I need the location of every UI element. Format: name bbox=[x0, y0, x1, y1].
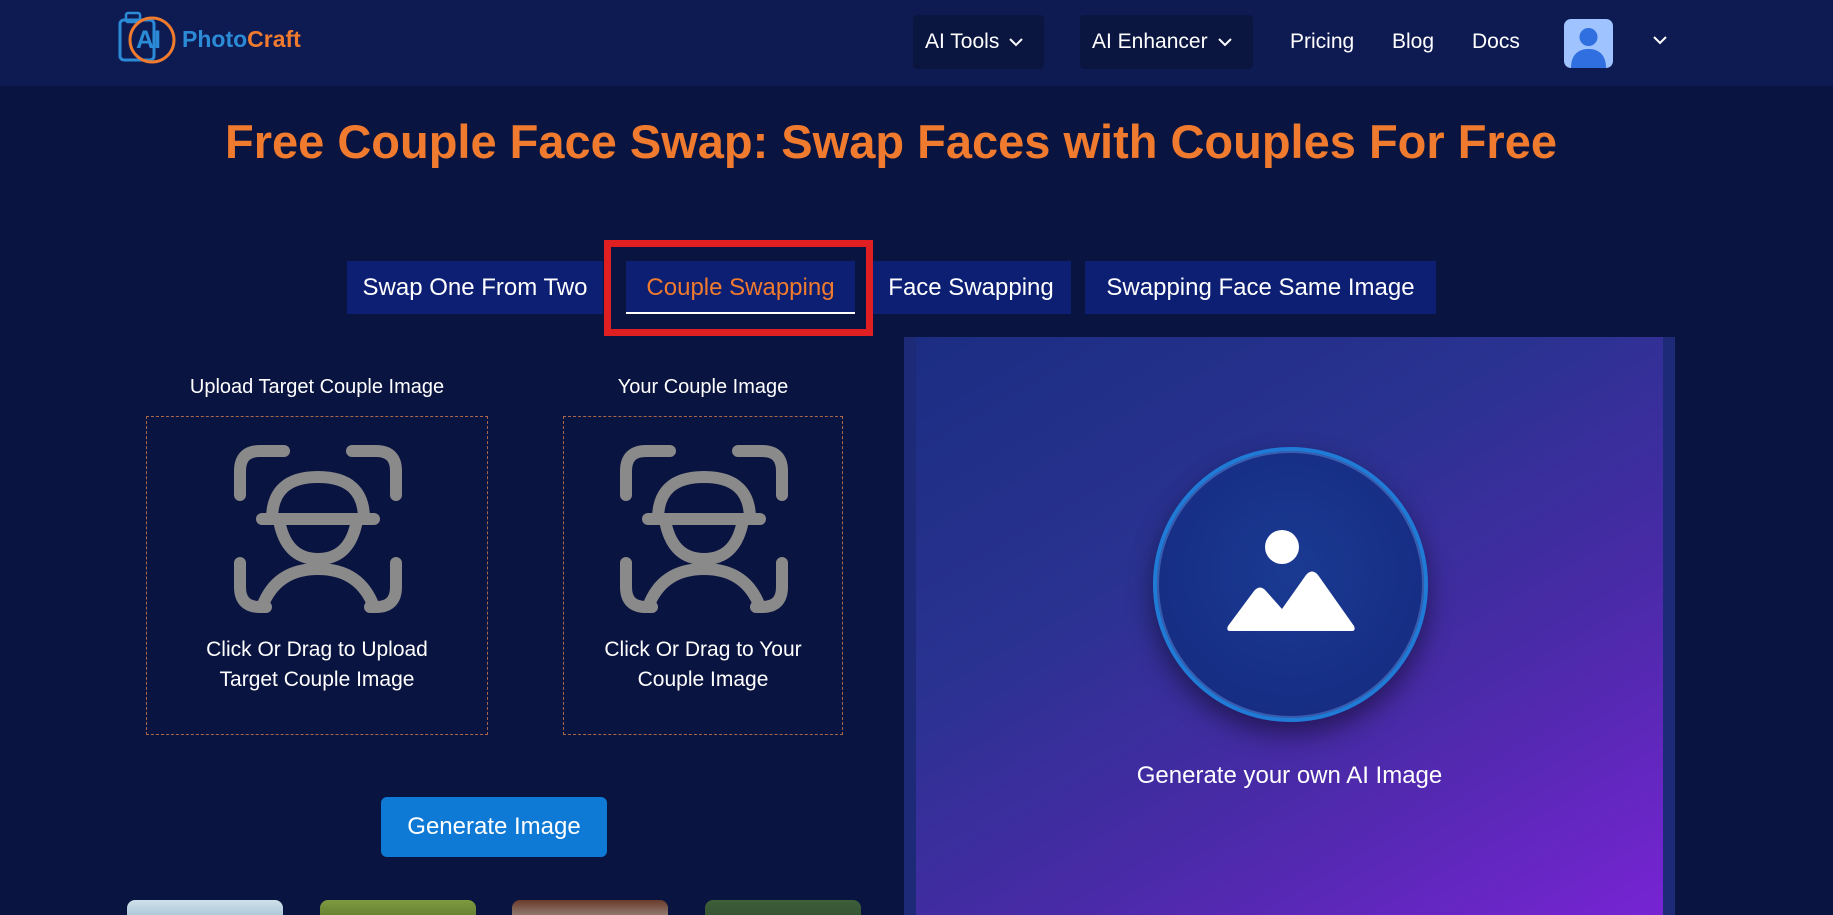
logo-wordmark: PhotoCraft bbox=[182, 26, 301, 53]
top-navbar: AI PhotoCraft AI Tools AI Enhancer Prici… bbox=[0, 0, 1833, 86]
target-hint-line1: Click Or Drag to Upload bbox=[206, 638, 428, 661]
face-scan-icon bbox=[620, 445, 788, 613]
your-dropzone-hint: Click Or Drag to Your Couple Image bbox=[564, 635, 842, 695]
tab-highlight-box bbox=[604, 240, 873, 336]
tab-face-swapping[interactable]: Face Swapping bbox=[871, 261, 1071, 314]
chevron-down-icon bbox=[1009, 37, 1024, 47]
page-title: Free Couple Face Swap: Swap Faces with C… bbox=[225, 115, 1557, 168]
example-thumbnail[interactable] bbox=[320, 900, 476, 915]
generate-image-button[interactable]: Generate Image bbox=[381, 797, 607, 857]
face-scan-icon bbox=[234, 445, 402, 613]
example-thumbnail[interactable] bbox=[705, 900, 861, 915]
ai-enhancer-label: AI Enhancer bbox=[1092, 30, 1208, 53]
result-caption: Generate your own AI Image bbox=[1136, 762, 1443, 789]
result-panel: Generate your own AI Image bbox=[916, 337, 1663, 915]
nav-link-pricing[interactable]: Pricing bbox=[1290, 30, 1354, 54]
target-couple-dropzone[interactable]: Click Or Drag to Upload Target Couple Im… bbox=[146, 416, 488, 735]
ai-tools-dropdown[interactable]: AI Tools bbox=[913, 15, 1044, 69]
logo-photo-text: Photo bbox=[182, 26, 248, 52]
target-hint-line2: Target Couple Image bbox=[219, 668, 415, 691]
example-thumbnail[interactable] bbox=[127, 900, 283, 915]
ai-tools-label: AI Tools bbox=[925, 30, 1000, 53]
logo-ai-text: AI bbox=[136, 26, 161, 54]
logo[interactable]: AI PhotoCraft bbox=[118, 8, 318, 66]
account-menu-chevron-icon[interactable] bbox=[1652, 32, 1668, 50]
your-hint-line1: Click Or Drag to Your bbox=[604, 638, 802, 661]
nav-link-blog[interactable]: Blog bbox=[1392, 30, 1434, 54]
ai-enhancer-dropdown[interactable]: AI Enhancer bbox=[1080, 15, 1253, 69]
tab-swapping-face-same-image[interactable]: Swapping Face Same Image bbox=[1085, 261, 1436, 314]
user-icon bbox=[1571, 28, 1606, 68]
tab-swap-one-from-two[interactable]: Swap One From Two bbox=[347, 261, 603, 314]
result-placeholder-circle bbox=[1153, 447, 1428, 722]
user-avatar[interactable] bbox=[1564, 19, 1613, 68]
target-upload-label: Upload Target Couple Image bbox=[189, 376, 445, 398]
example-thumbnail[interactable] bbox=[512, 900, 668, 915]
logo-craft-text: Craft bbox=[247, 26, 301, 52]
your-upload-label: Your Couple Image bbox=[617, 376, 789, 398]
your-hint-line2: Couple Image bbox=[637, 668, 769, 691]
image-placeholder-icon bbox=[1227, 530, 1355, 631]
nav-link-docs[interactable]: Docs bbox=[1472, 30, 1520, 54]
target-dropzone-hint: Click Or Drag to Upload Target Couple Im… bbox=[147, 635, 487, 695]
chevron-down-icon bbox=[1217, 37, 1232, 47]
your-couple-dropzone[interactable]: Click Or Drag to Your Couple Image bbox=[563, 416, 843, 735]
